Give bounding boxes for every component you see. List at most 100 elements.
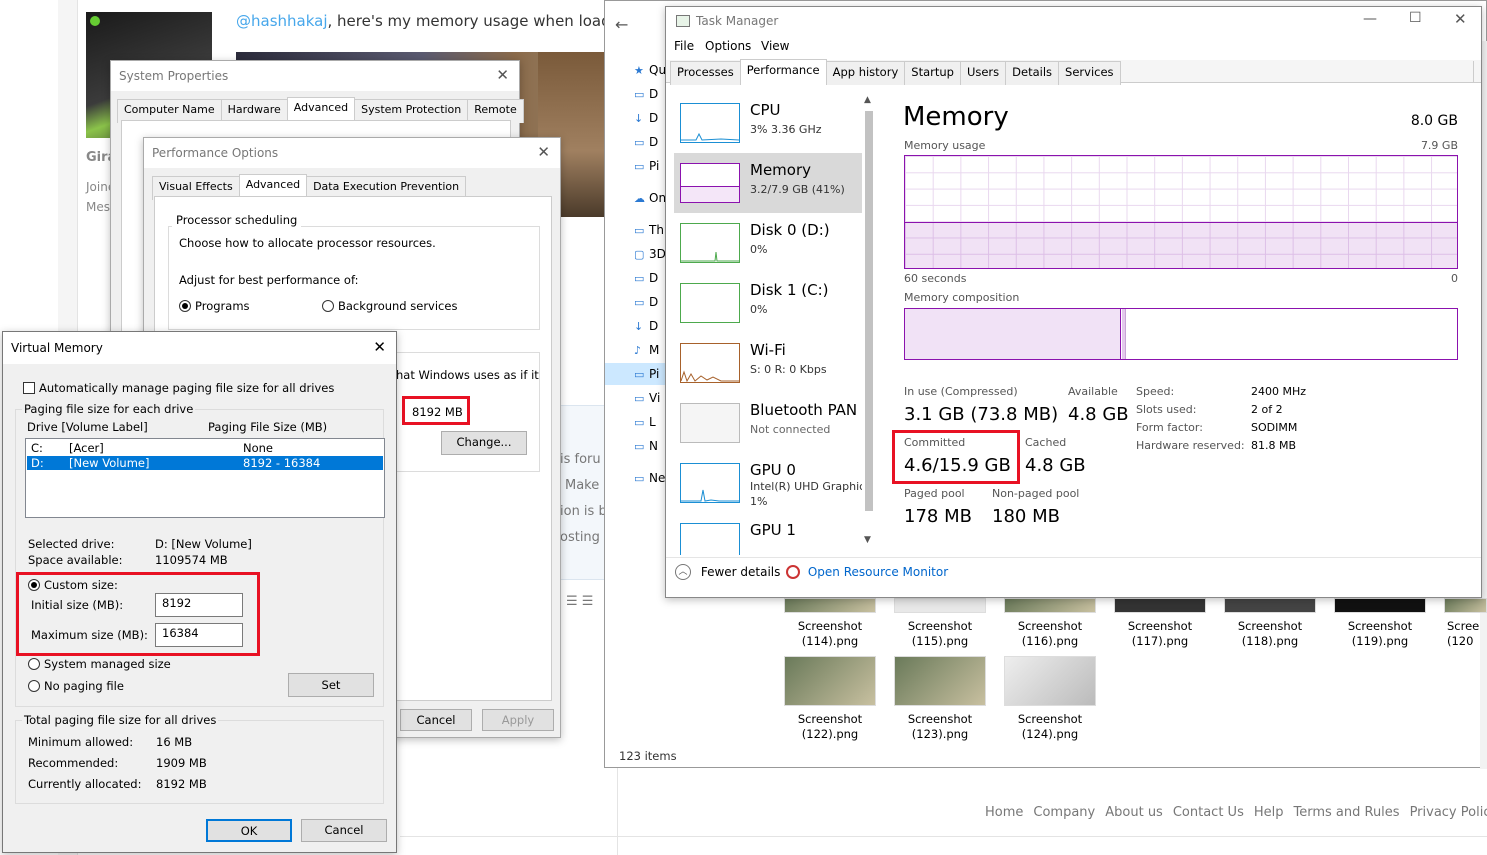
virtual-memory-window: Virtual Memory ✕ Automatically manage pa… <box>2 331 397 853</box>
thumbnail-image[interactable] <box>894 656 986 706</box>
close-button[interactable]: ✕ <box>1454 10 1467 28</box>
footer-link-help[interactable]: Help <box>1254 805 1284 820</box>
nav-item[interactable]: ▭ Vi <box>634 391 660 405</box>
nav-item[interactable]: ▭ D <box>634 295 658 309</box>
sidebar-item-gpu0[interactable]: GPU 0 Intel(R) UHD Graphic 1% <box>674 453 862 513</box>
footer-link-company[interactable]: Company <box>1033 805 1095 820</box>
file-name[interactable]: Screenshot (114).png <box>775 619 885 649</box>
sidebar-item-gpu1[interactable]: GPU 1 <box>674 513 862 555</box>
drive-list[interactable]: C: [Acer] None D: [New Volume] 8192 - 16… <box>25 438 385 518</box>
footer-link-about[interactable]: About us <box>1105 805 1163 820</box>
list-item-selected[interactable]: D: [New Volume] 8192 - 16384 <box>27 456 383 470</box>
scroll-up-icon[interactable]: ▲ <box>864 95 871 105</box>
nav-item[interactable]: ▭ D <box>634 87 658 101</box>
file-name[interactable]: Screenshot (117).png <box>1105 619 1215 649</box>
nav-item[interactable]: ▭ D <box>634 135 658 149</box>
file-name[interactable]: Screenshot (123).png <box>885 712 995 742</box>
programs-radio[interactable]: Programs <box>179 299 250 313</box>
tab-details[interactable]: Details <box>1005 61 1060 85</box>
tab-services[interactable]: Services <box>1058 61 1121 85</box>
sidebar-item-cpu[interactable]: CPU 3% 3.36 GHz <box>674 93 862 153</box>
list-item[interactable]: C: [Acer] None <box>27 441 383 455</box>
file-name[interactable]: Screenshot (118).png <box>1215 619 1325 649</box>
system-managed-radio[interactable]: System managed size <box>28 657 171 671</box>
change-button[interactable]: Change... <box>441 431 527 455</box>
footer-link-privacy[interactable]: Privacy Policy <box>1410 805 1487 820</box>
footer-link-contact[interactable]: Contact Us <box>1173 805 1244 820</box>
auto-manage-checkbox[interactable]: Automatically manage paging file size fo… <box>23 381 334 395</box>
tab-app-history[interactable]: App history <box>825 61 906 85</box>
sidebar-item-disk1[interactable]: Disk 1 (C:) 0% <box>674 273 862 333</box>
slots-label: Slots used: <box>1136 403 1197 416</box>
thumbnail-image[interactable] <box>1224 598 1316 613</box>
tab-users[interactable]: Users <box>959 61 1007 85</box>
nav-item[interactable]: ▭ Pi <box>634 159 659 173</box>
scroll-thumb[interactable] <box>865 111 873 511</box>
group-title: Total paging file size for all drives <box>22 713 219 727</box>
thumbnail-image[interactable] <box>1444 598 1487 613</box>
thumbnail-image[interactable] <box>784 598 876 613</box>
scroll-down-icon[interactable]: ▼ <box>864 535 871 545</box>
nav-item[interactable]: ★ Qu <box>634 63 666 77</box>
back-arrow-icon[interactable]: ← <box>615 15 628 34</box>
sidebar-item-wifi[interactable]: Wi-Fi S: 0 R: 0 Kbps <box>674 333 862 393</box>
sidebar-item-bluetooth[interactable]: Bluetooth PAN Not connected <box>674 393 862 453</box>
menu-file[interactable]: File <box>674 39 694 53</box>
file-name[interactable]: Screenshot (115).png <box>885 619 995 649</box>
thumbnail-image[interactable] <box>1004 598 1096 613</box>
thumbnail-image[interactable] <box>894 598 986 613</box>
close-button[interactable]: ✕ <box>373 338 386 356</box>
sidebar-item-label: CPU <box>750 101 781 119</box>
tab-advanced[interactable]: Advanced <box>286 97 356 121</box>
editor-toolbar-icon[interactable]: ☰ ☰ <box>566 594 593 609</box>
maximize-button[interactable]: ☐ <box>1409 10 1422 26</box>
nav-item[interactable]: ▢ 3D <box>634 247 666 261</box>
background-services-radio[interactable]: Background services <box>322 299 457 313</box>
set-button[interactable]: Set <box>288 673 374 697</box>
tab-performance[interactable]: Performance <box>739 59 827 83</box>
file-name[interactable]: Screenshot (124).png <box>995 712 1105 742</box>
nav-item[interactable]: ▭ L <box>634 415 656 429</box>
tab-advanced[interactable]: Advanced <box>238 174 308 198</box>
ok-button[interactable]: OK <box>206 819 292 842</box>
nav-item[interactable]: ▭ Pi <box>634 367 659 381</box>
nav-item[interactable]: ▭ D <box>634 271 658 285</box>
nav-item[interactable]: ♪ M <box>634 343 659 357</box>
sidebar-item-label: GPU 1 <box>750 521 796 539</box>
minimize-button[interactable]: — <box>1363 11 1377 27</box>
nav-item[interactable]: ▭ Thi <box>634 223 667 237</box>
sidebar-item-memory[interactable]: Memory 3.2/7.9 GB (41%) <box>674 153 862 213</box>
nav-item[interactable]: ☁ On <box>634 191 666 205</box>
menu-view[interactable]: View <box>761 39 789 53</box>
no-paging-radio[interactable]: No paging file <box>28 679 124 693</box>
nav-item[interactable]: ↓ D <box>634 319 658 333</box>
cancel-button[interactable]: Cancel <box>400 709 472 731</box>
bottom-divider <box>666 557 1481 558</box>
sidebar-scrollbar[interactable]: ▲ ▼ <box>862 95 876 551</box>
fewer-details-button[interactable]: ︿ Fewer details <box>675 564 780 580</box>
menu-options[interactable]: Options <box>705 39 751 53</box>
nav-item[interactable]: ▭ N <box>634 439 658 453</box>
thumbnail-image[interactable] <box>1334 598 1426 613</box>
file-name[interactable]: Screenshot (116).png <box>995 619 1105 649</box>
mention-link[interactable]: @hashhakaj <box>236 12 328 30</box>
thumbnail-image[interactable] <box>1004 656 1096 706</box>
tab-startup[interactable]: Startup <box>904 61 961 85</box>
file-name[interactable]: Screenshot (119).png <box>1325 619 1435 649</box>
close-button[interactable]: ✕ <box>537 143 550 161</box>
sidebar-item-label: Disk 1 (C:) <box>750 281 829 299</box>
nav-item[interactable]: ↓ D <box>634 111 658 125</box>
thumbnail-image[interactable] <box>1114 598 1206 613</box>
nav-item-label: Qu <box>649 63 667 77</box>
tab-processes[interactable]: Processes <box>670 61 741 85</box>
open-resource-monitor-link[interactable]: Open Resource Monitor <box>786 564 948 579</box>
footer-link-home[interactable]: Home <box>985 805 1023 820</box>
file-name[interactable]: Scree (120 <box>1447 619 1487 649</box>
sidebar-item-disk0[interactable]: Disk 0 (D:) 0% <box>674 213 862 273</box>
footer-link-terms[interactable]: Terms and Rules <box>1293 805 1399 820</box>
file-name[interactable]: Screenshot (122).png <box>775 712 885 742</box>
thumbnail-image[interactable] <box>784 656 876 706</box>
close-button[interactable]: ✕ <box>496 66 509 84</box>
cancel-button[interactable]: Cancel <box>301 819 387 842</box>
apply-button[interactable]: Apply <box>482 709 554 731</box>
